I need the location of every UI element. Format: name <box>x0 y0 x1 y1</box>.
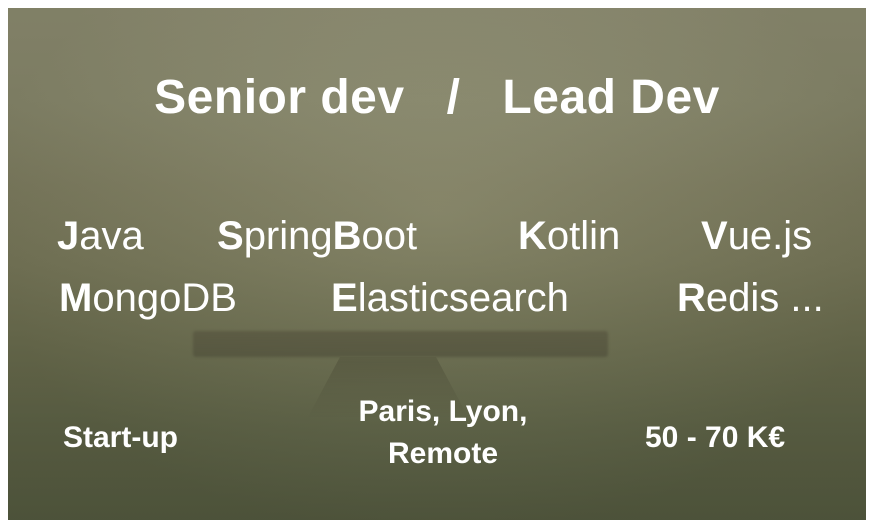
tech-vue-rest: ue.js <box>727 214 813 258</box>
tech-vue-initial: V <box>701 214 728 258</box>
tech-kotlin: Kotlin <box>518 214 620 259</box>
headline-separator: / <box>446 71 461 124</box>
tech-redis: Redis ... <box>677 276 824 321</box>
tech-spring-initial: S <box>217 214 244 258</box>
tech-kotlin-initial: K <box>518 214 547 258</box>
headline-senior-dev: Senior dev <box>154 71 405 124</box>
tech-elasticsearch-rest: lasticsearch <box>357 276 569 320</box>
tech-java-initial: J <box>57 214 80 258</box>
location-line-2: Remote <box>387 437 499 470</box>
job-banner: Senior dev / Lead Dev Java SpringBoot Kotl… <box>8 8 866 520</box>
headline: Senior dev / Lead Dev <box>8 70 866 125</box>
tech-boot-initial: B <box>332 214 362 258</box>
location-line-1: Paris, Lyon, <box>358 395 528 428</box>
tech-mongodb: MongoDB <box>59 276 237 321</box>
location: Paris, Lyon, Remote <box>338 391 548 475</box>
tech-spring-rest: pring <box>243 214 333 258</box>
tech-vuejs: Vue.js <box>701 214 812 259</box>
tech-boot-rest: oot <box>361 214 418 258</box>
tech-java: Java <box>57 214 144 259</box>
company-type: Start-up <box>63 421 178 454</box>
salary-range: 50 - 70 K€ <box>645 421 786 454</box>
headline-lead-dev: Lead Dev <box>502 71 720 124</box>
tech-springboot: SpringBoot <box>217 214 417 259</box>
tech-java-rest: ava <box>79 214 144 258</box>
tech-elasticsearch-initial: E <box>331 276 358 320</box>
tech-redis-rest: edis ... <box>705 276 824 320</box>
tech-elasticsearch: Elasticsearch <box>331 276 569 321</box>
tech-mongodb-initial: M <box>59 276 93 320</box>
tech-mongodb-rest: ongoDB <box>92 276 237 320</box>
tech-kotlin-rest: otlin <box>546 214 621 258</box>
tech-redis-initial: R <box>677 276 706 320</box>
bench-silhouette <box>193 331 608 357</box>
